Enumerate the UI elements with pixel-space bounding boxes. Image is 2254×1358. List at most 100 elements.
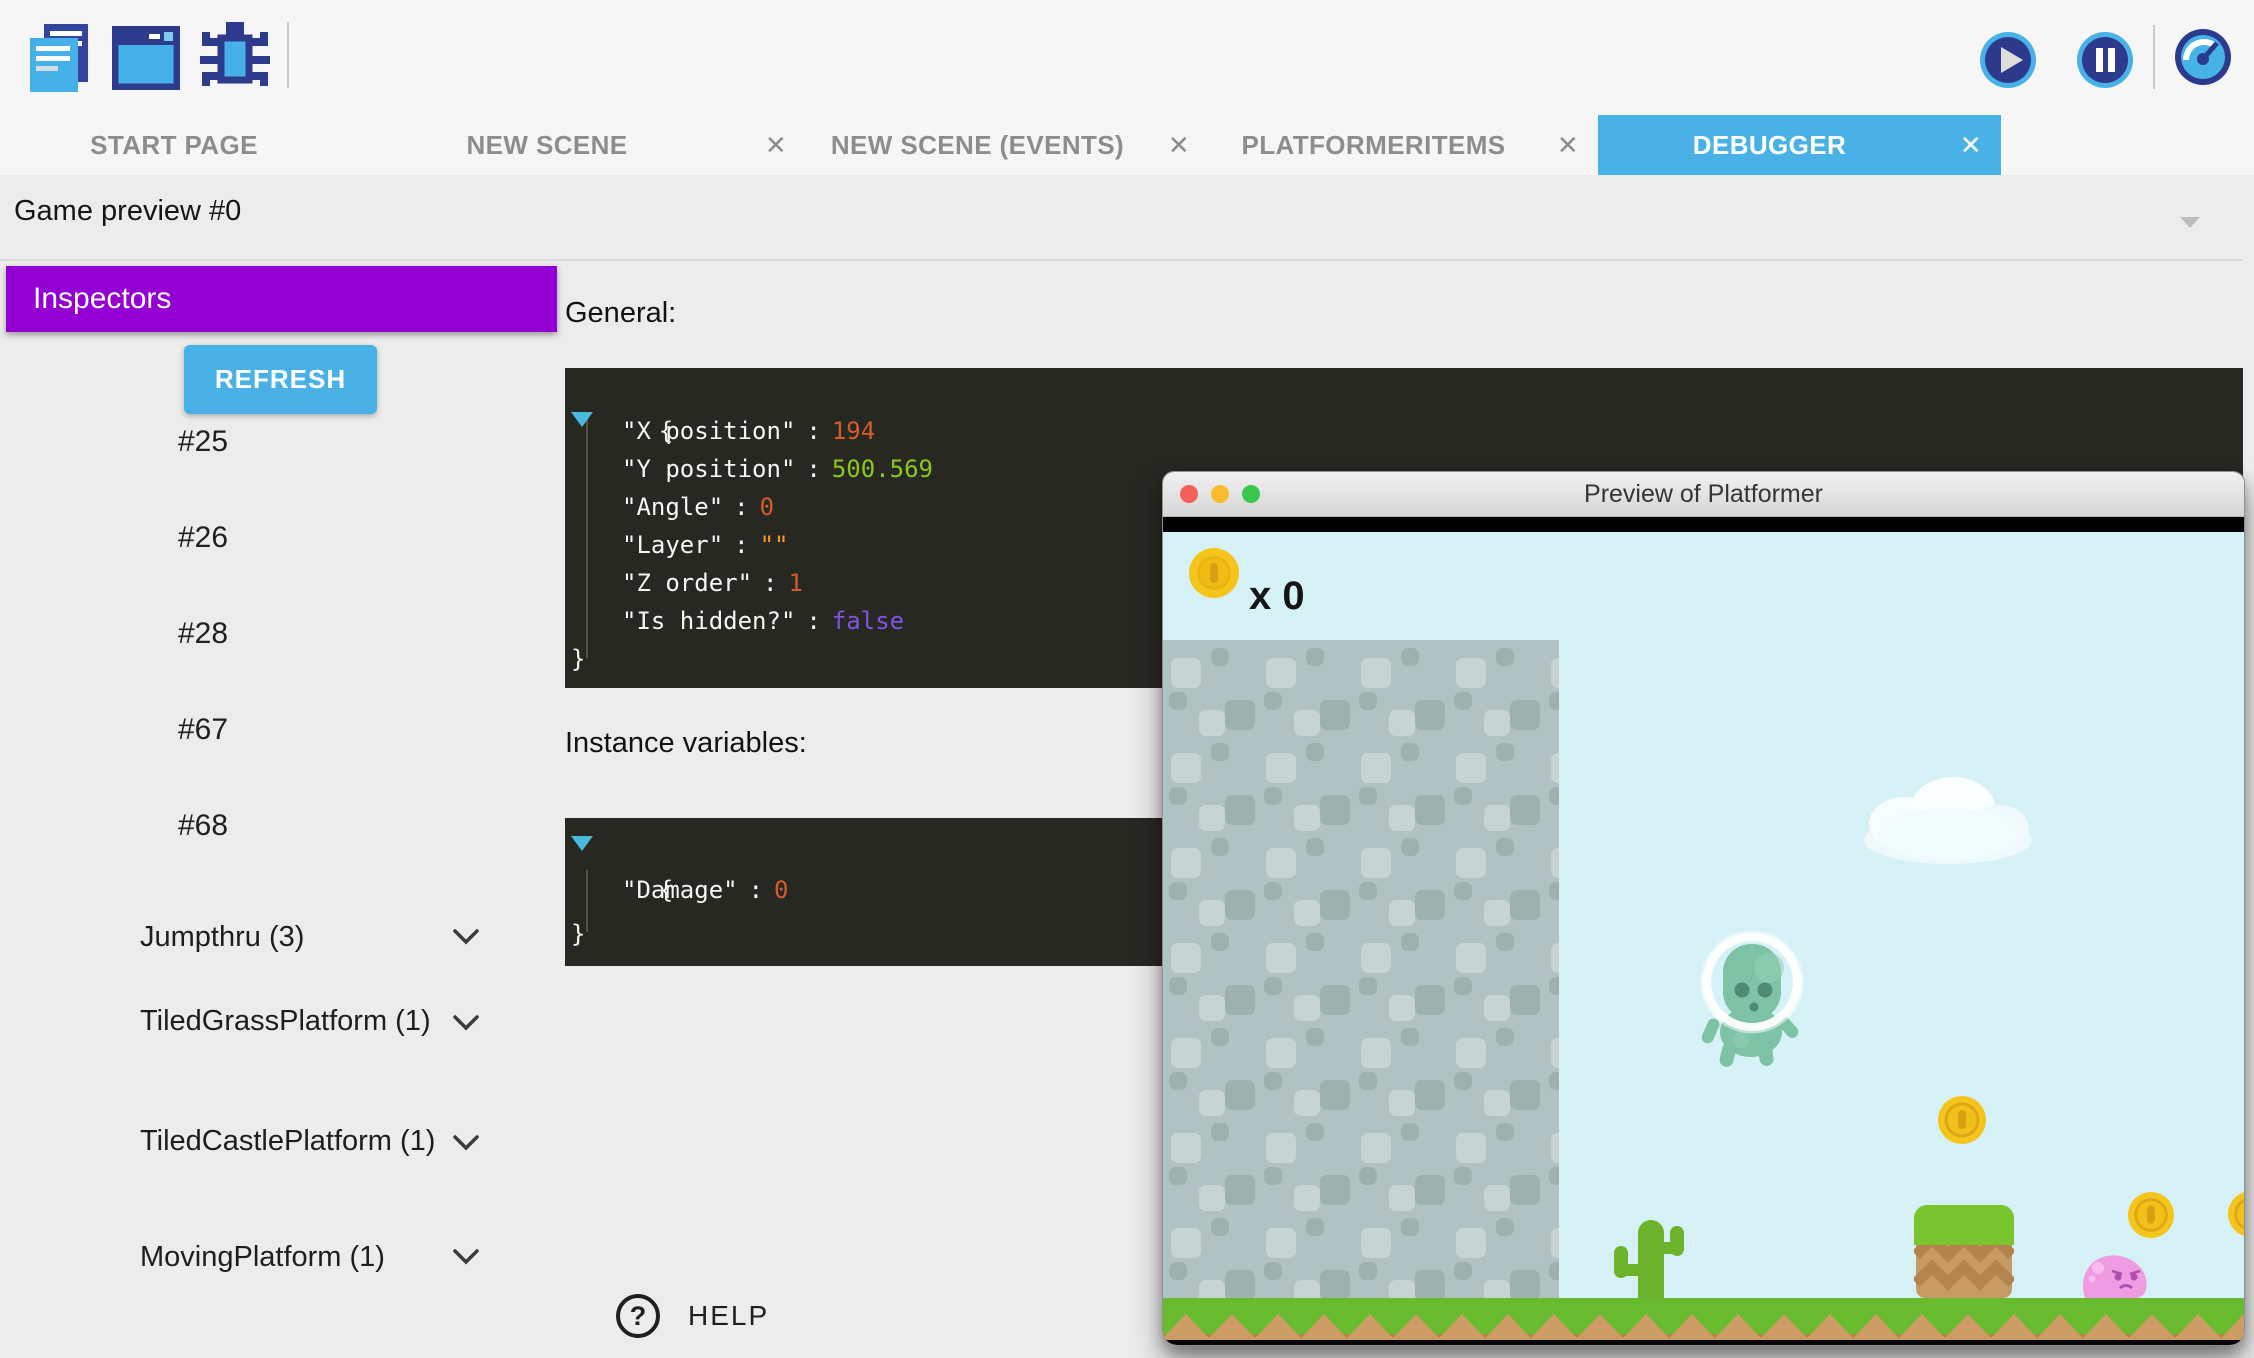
wall-texture-square — [1389, 1185, 1415, 1211]
coin-sprite — [2128, 1192, 2174, 1243]
wall-texture-square — [1171, 943, 1201, 973]
top-toolbar — [0, 0, 2254, 115]
wall-texture-square — [1211, 1123, 1229, 1141]
brace-close: } — [571, 645, 585, 673]
preview-windows-icon[interactable] — [112, 26, 180, 95]
wall-texture-square — [1169, 692, 1187, 710]
wall-texture-square — [1454, 882, 1472, 900]
tab-close-icon[interactable]: ✕ — [746, 130, 806, 161]
coin-sprite-clipped — [2228, 1191, 2244, 1242]
help-button[interactable]: ? HELP — [616, 1294, 769, 1338]
json-key: "Layer" — [622, 531, 723, 559]
group-jumpthru[interactable]: Jumpthru (3) — [140, 920, 452, 955]
tab-start-page[interactable]: START PAGE — [0, 115, 348, 175]
wall-texture-square — [1264, 882, 1282, 900]
collapse-arrow-icon[interactable] — [571, 836, 593, 851]
selector-divider — [0, 259, 2243, 261]
wall-texture-square — [1199, 805, 1225, 831]
tab-platformeritems[interactable]: PLATFORMERITEMS ✕ — [1209, 115, 1598, 175]
refresh-button[interactable]: REFRESH — [184, 345, 377, 414]
wall-texture-square — [1496, 743, 1514, 761]
tab-label: DEBUGGER — [1598, 130, 1941, 161]
toolbar-divider-2 — [2153, 25, 2155, 89]
wall-texture-square — [1320, 985, 1350, 1015]
json-key: "Y position" — [622, 455, 795, 483]
wall-texture-square — [1551, 1133, 1559, 1163]
tab-close-icon[interactable]: ✕ — [1149, 130, 1209, 161]
wall-texture-square — [1549, 882, 1559, 900]
wall-texture-square — [1211, 648, 1229, 666]
wall-texture-square — [1306, 1123, 1324, 1141]
chevron-down-icon[interactable] — [452, 1134, 480, 1152]
project-manager-icon[interactable] — [22, 22, 94, 99]
tab-close-icon[interactable]: ✕ — [1538, 130, 1598, 161]
chevron-down-icon[interactable] — [452, 928, 480, 946]
wall-texture-square — [1199, 1090, 1225, 1116]
profiler-gauge-icon[interactable] — [2174, 28, 2232, 91]
general-section-title: General: — [565, 297, 676, 330]
wall-texture-square — [1266, 753, 1296, 783]
wall-texture-square — [1389, 710, 1415, 736]
inspector-item-28[interactable]: #28 — [178, 617, 228, 655]
group-movingplatform[interactable]: MovingPlatform (1) — [140, 1240, 452, 1275]
slime-enemy-sprite — [2079, 1250, 2149, 1303]
chevron-down-icon[interactable] — [452, 1248, 480, 1266]
inspector-item-68[interactable]: #68 — [178, 809, 228, 847]
play-icon[interactable] — [1979, 31, 2037, 94]
tab-new-scene-events[interactable]: NEW SCENE (EVENTS) ✕ — [806, 115, 1209, 175]
inspector-item-67[interactable]: #67 — [178, 713, 228, 751]
chevron-down-icon[interactable] — [452, 1014, 480, 1032]
wall-texture-square — [1415, 700, 1445, 730]
wall-texture-square — [1551, 753, 1559, 783]
hud-coin-icon — [1188, 547, 1240, 604]
game-preview-selector[interactable]: Game preview #0 — [14, 195, 241, 228]
wall-texture-square — [1169, 1262, 1187, 1280]
wall-texture-square — [1456, 1228, 1486, 1258]
wall-texture-square — [1454, 1072, 1472, 1090]
wall-texture-square — [1510, 890, 1540, 920]
tab-new-scene[interactable]: NEW SCENE ✕ — [348, 115, 806, 175]
wall-texture-square — [1294, 900, 1320, 926]
preview-window-titlebar[interactable]: Preview of Platformer — [1163, 472, 2244, 517]
json-key: "X position" — [622, 417, 795, 445]
wall-texture-square — [1510, 700, 1540, 730]
pause-icon[interactable] — [2076, 31, 2134, 94]
json-value: 0 — [760, 493, 774, 521]
debugger-bug-icon[interactable] — [196, 20, 274, 101]
wall-texture-square — [1454, 1262, 1472, 1280]
chevron-down-icon[interactable] — [2180, 217, 2200, 228]
wall-texture-square — [1484, 1280, 1510, 1298]
game-canvas[interactable]: x 0 — [1163, 532, 2244, 1340]
wall-texture-square — [1359, 977, 1377, 995]
wall-texture-square — [1484, 1090, 1510, 1116]
wall-texture-square — [1225, 1175, 1255, 1205]
wall-texture-square — [1415, 795, 1445, 825]
wall-texture-square — [1320, 890, 1350, 920]
wall-texture-square — [1401, 933, 1419, 951]
wall-texture-square — [1225, 700, 1255, 730]
wall-texture-square — [1456, 943, 1486, 973]
inspector-item-26[interactable]: #26 — [178, 521, 228, 559]
letterbox-strip — [1163, 517, 2244, 532]
tab-close-icon[interactable]: ✕ — [1941, 130, 2001, 161]
wall-texture-square — [1266, 943, 1296, 973]
wall-texture-square — [1484, 900, 1510, 926]
group-tiledcastleplatform[interactable]: TiledCastlePlatform (1) — [140, 1124, 452, 1159]
inspector-item-25[interactable]: #25 — [178, 425, 228, 463]
wall-texture-square — [1549, 1167, 1559, 1185]
wall-texture-square — [1225, 985, 1255, 1015]
preview-window-title: Preview of Platformer — [1163, 480, 2244, 509]
castle-wall — [1163, 640, 1559, 1298]
preview-window[interactable]: Preview of Platformer x 0 — [1162, 471, 2245, 1346]
group-tiledgrassplatform[interactable]: TiledGrassPlatform (1) — [140, 1004, 452, 1039]
wall-texture-square — [1456, 848, 1486, 878]
wall-texture-square — [1211, 933, 1229, 951]
json-value: 500.569 — [832, 455, 933, 483]
tab-debugger[interactable]: DEBUGGER ✕ — [1598, 115, 2001, 175]
wall-texture-square — [1264, 1167, 1282, 1185]
coin-sprite — [1938, 1096, 1986, 1149]
wall-texture-square — [1266, 1038, 1296, 1068]
wall-texture-square — [1171, 1038, 1201, 1068]
wall-texture-square — [1169, 787, 1187, 805]
wall-texture-square — [1549, 1262, 1559, 1280]
